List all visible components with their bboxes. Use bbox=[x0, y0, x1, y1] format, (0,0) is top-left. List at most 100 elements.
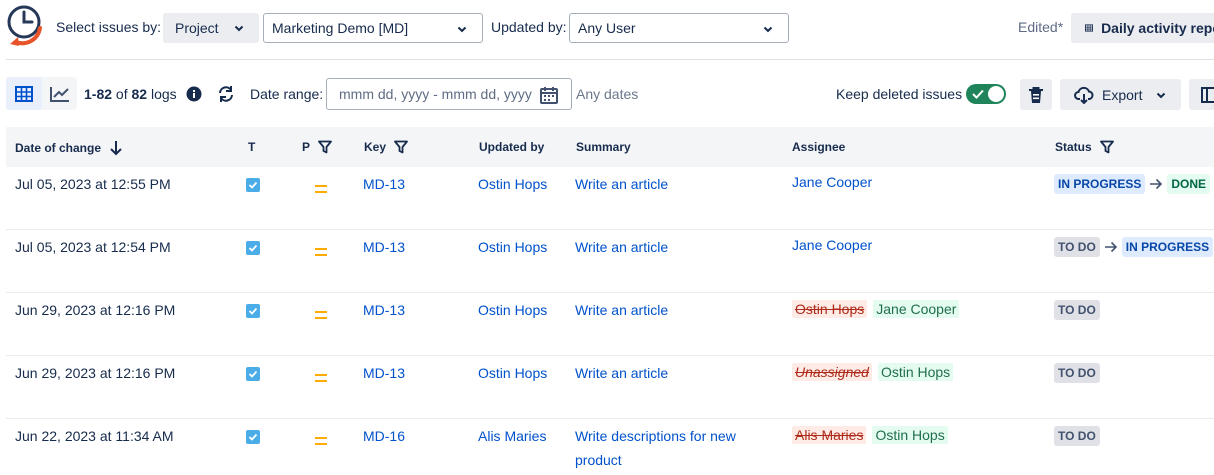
priority-medium-icon bbox=[315, 181, 327, 197]
columns-button[interactable] bbox=[1189, 79, 1214, 110]
updated-by-select[interactable]: Any User bbox=[569, 13, 789, 43]
assignee-cell: Jane Cooper bbox=[792, 237, 872, 253]
column-date-header[interactable]: Date of change bbox=[15, 140, 123, 156]
issue-key-link[interactable]: MD-13 bbox=[363, 176, 405, 192]
assignee-link[interactable]: Jane Cooper bbox=[792, 237, 872, 253]
issue-type-task-icon bbox=[246, 304, 260, 318]
updated-by-label: Updated by: bbox=[491, 19, 567, 35]
status-cell: TO DO bbox=[1054, 363, 1100, 383]
assignee-cell: Jane Cooper bbox=[792, 174, 872, 190]
checkbox-task-icon bbox=[248, 370, 258, 378]
status-cell: TO DO bbox=[1054, 300, 1100, 320]
filter-icon[interactable] bbox=[1099, 140, 1114, 154]
summary-link[interactable]: Write an article bbox=[575, 172, 765, 196]
status-badge: TO DO bbox=[1054, 300, 1100, 320]
column-summary-label: Summary bbox=[576, 140, 631, 154]
keep-deleted-toggle[interactable] bbox=[966, 84, 1006, 104]
chevron-down-icon bbox=[457, 26, 467, 33]
status-from-badge: IN PROGRESS bbox=[1054, 174, 1146, 194]
scope-dropdown-label: Project bbox=[175, 20, 219, 36]
check-icon bbox=[972, 89, 984, 99]
date-range-placeholder: mmm dd, yyyy - mmm dd, yyyy bbox=[339, 86, 532, 102]
column-priority-header: P bbox=[302, 140, 332, 154]
issue-key-link[interactable]: MD-13 bbox=[363, 239, 405, 255]
header-divider bbox=[6, 59, 1214, 60]
issue-type-task-icon bbox=[246, 430, 260, 444]
scope-dropdown-button[interactable]: Project bbox=[163, 13, 259, 43]
export-button[interactable]: Export bbox=[1060, 79, 1181, 110]
chevron-down-icon bbox=[1156, 92, 1166, 99]
daily-activity-report-button[interactable]: Daily activity report bbox=[1071, 13, 1214, 43]
updated-by-link[interactable]: Ostin Hops bbox=[478, 176, 547, 192]
logs-total: 82 bbox=[131, 86, 148, 102]
assignee-new-value: Ostin Hops bbox=[872, 426, 948, 444]
issue-key-link[interactable]: MD-13 bbox=[363, 365, 405, 381]
date-range-label: Date range: bbox=[250, 86, 324, 102]
chevron-down-icon bbox=[234, 25, 244, 32]
calendar-icon[interactable] bbox=[539, 85, 559, 105]
priority-medium-icon bbox=[315, 370, 327, 386]
assignee-link[interactable]: Jane Cooper bbox=[792, 174, 872, 190]
grid-view-button[interactable] bbox=[6, 77, 42, 110]
logs-range: 1-82 bbox=[84, 86, 113, 102]
column-priority-label: P bbox=[302, 140, 311, 154]
arrow-right-icon bbox=[1104, 241, 1117, 253]
chart-view-button[interactable] bbox=[42, 77, 77, 110]
assignee-change: Ostin Hops Jane Cooper bbox=[792, 300, 960, 318]
summary-link[interactable]: Write an article bbox=[575, 235, 765, 259]
sort-down-icon[interactable] bbox=[109, 140, 123, 156]
assignee-old-value: Unassigned bbox=[792, 363, 872, 381]
project-select-value: Marketing Demo [MD] bbox=[272, 20, 409, 36]
column-type-label: T bbox=[248, 140, 256, 154]
checkbox-task-icon bbox=[248, 307, 258, 315]
assignee-new-value: Jane Cooper bbox=[873, 300, 960, 318]
grid-view-icon bbox=[15, 85, 33, 102]
summary-link[interactable]: Write an article bbox=[575, 298, 765, 322]
column-updated-by-label: Updated by bbox=[479, 140, 545, 154]
summary-link[interactable]: Write descriptions for new product bbox=[575, 424, 765, 472]
updated-by-link[interactable]: Ostin Hops bbox=[478, 302, 547, 318]
edited-indicator: Edited* bbox=[1018, 19, 1064, 35]
chevron-down-icon bbox=[763, 26, 773, 33]
assignee-old-value: Alis Maries bbox=[792, 426, 867, 444]
filter-icon[interactable] bbox=[318, 140, 332, 154]
table-row: Jul 05, 2023 at 12:55 PM MD-13 Ostin Hop… bbox=[6, 167, 1214, 230]
assignee-new-value: Ostin Hops bbox=[877, 363, 954, 381]
column-assignee-header: Assignee bbox=[792, 140, 845, 154]
updated-by-select-value: Any User bbox=[578, 20, 636, 36]
cloud-download-icon bbox=[1074, 86, 1094, 104]
status-cell: TO DO bbox=[1054, 426, 1100, 446]
updated-by-link[interactable]: Ostin Hops bbox=[478, 365, 547, 381]
table-row: Jun 29, 2023 at 12:16 PM MD-13 Ostin Hop… bbox=[6, 293, 1214, 356]
chart-view-icon bbox=[49, 86, 69, 102]
summary-link[interactable]: Write an article bbox=[575, 361, 765, 385]
change-date: Jul 05, 2023 at 12:55 PM bbox=[15, 176, 171, 192]
change-date: Jun 22, 2023 at 11:34 AM bbox=[15, 428, 174, 444]
checkbox-task-icon bbox=[248, 181, 258, 189]
status-badge: TO DO bbox=[1054, 363, 1100, 383]
issue-key-link[interactable]: MD-16 bbox=[363, 428, 405, 444]
arrow-right-icon bbox=[1150, 178, 1163, 190]
logs-count: 1-82 of 82 logs bbox=[84, 86, 177, 102]
project-select[interactable]: Marketing Demo [MD] bbox=[263, 13, 483, 43]
assignee-change: Alis Maries Ostin Hops bbox=[792, 426, 948, 444]
issue-key-link[interactable]: MD-13 bbox=[363, 302, 405, 318]
column-updated-by-header: Updated by bbox=[479, 140, 544, 154]
column-summary-header: Summary bbox=[576, 140, 631, 154]
info-icon[interactable] bbox=[186, 86, 202, 102]
date-range-input[interactable]: mmm dd, yyyy - mmm dd, yyyy bbox=[326, 78, 572, 110]
refresh-icon[interactable] bbox=[216, 84, 236, 104]
priority-medium-icon bbox=[315, 433, 327, 449]
updated-by-link[interactable]: Alis Maries bbox=[478, 428, 546, 444]
clear-button[interactable] bbox=[1020, 79, 1052, 110]
status-badge: TO DO bbox=[1054, 426, 1100, 446]
status-to-badge: IN PROGRESS bbox=[1121, 237, 1214, 257]
filter-icon[interactable] bbox=[394, 140, 408, 154]
column-status-label: Status bbox=[1055, 140, 1092, 154]
updated-by-link[interactable]: Ostin Hops bbox=[478, 239, 547, 255]
priority-medium-icon bbox=[315, 244, 327, 260]
column-assignee-label: Assignee bbox=[792, 140, 846, 154]
status-to-badge: DONE bbox=[1167, 174, 1211, 194]
issue-type-task-icon bbox=[246, 178, 260, 192]
column-status-header: Status bbox=[1055, 140, 1114, 154]
